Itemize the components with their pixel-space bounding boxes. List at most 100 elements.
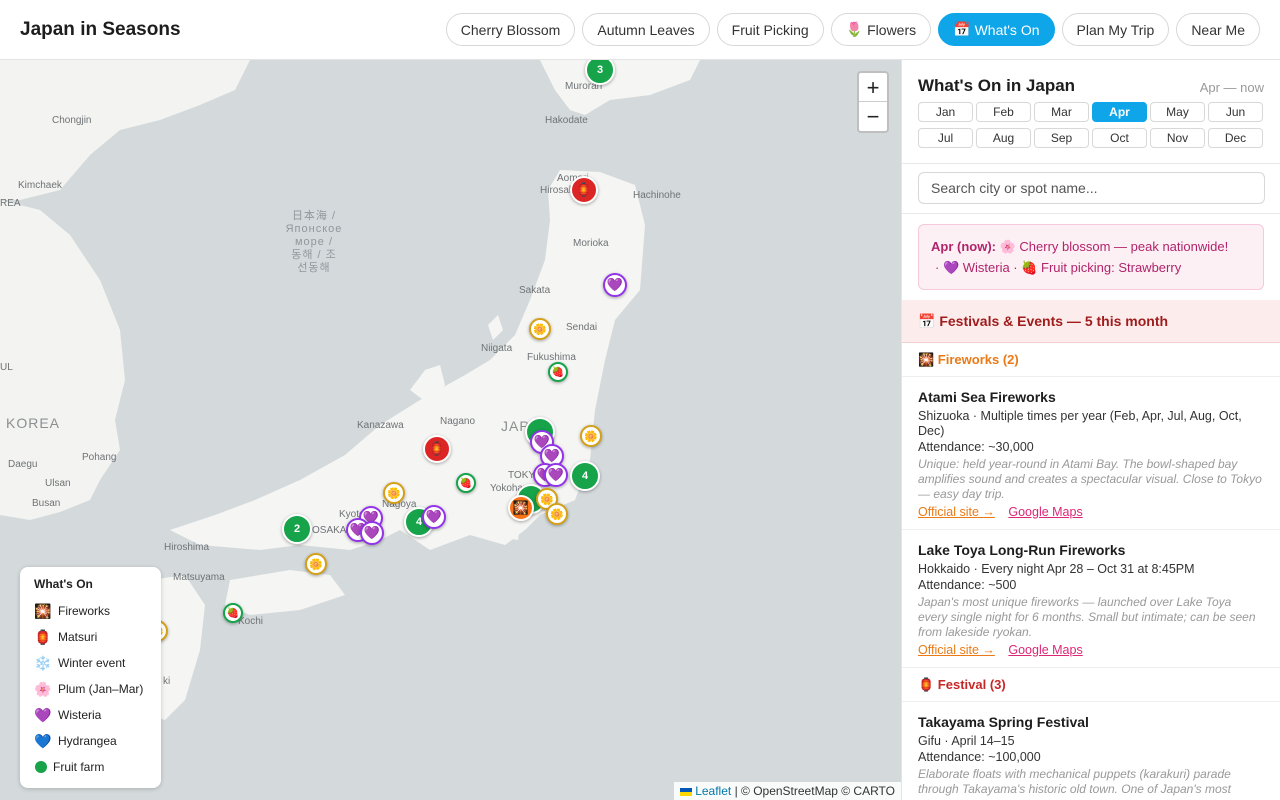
festivals-header: 📅 Festivals & Events — 5 this month xyxy=(902,300,1280,343)
app-header: Japan in Seasons Cherry Blossom Autumn L… xyxy=(0,0,1280,60)
place-label: Morioka xyxy=(573,238,609,249)
month-aug-button[interactable]: Aug xyxy=(976,128,1031,148)
fireworks-icon: 🎇 xyxy=(34,602,52,619)
official-site-link[interactable]: Official site → xyxy=(918,505,995,519)
google-maps-link[interactable]: Google Maps xyxy=(1008,505,1082,519)
leaflet-link[interactable]: Leaflet xyxy=(695,784,731,798)
event-item[interactable]: Takayama Spring Festival Gifu · April 14… xyxy=(902,702,1280,800)
event-description: Japan's most unique fireworks — launched… xyxy=(918,595,1256,639)
panel-header: What's On in Japan Apr — now Jan Feb Mar… xyxy=(902,60,1280,164)
place-label: Matsuyama xyxy=(173,572,225,583)
fruit-farm-marker[interactable]: 🍓 xyxy=(456,473,476,493)
month-selector: Jan Feb Mar Apr May Jun Jul Aug Sep Oct … xyxy=(918,102,1264,148)
legend-item: 🎇 Fireworks xyxy=(34,602,111,619)
app-title: Japan in Seasons xyxy=(20,19,181,40)
place-label: Chongjin xyxy=(52,115,92,126)
nav-plan-my-trip-button[interactable]: Plan My Trip xyxy=(1061,13,1170,46)
month-nov-button[interactable]: Nov xyxy=(1150,128,1205,148)
month-sep-button[interactable]: Sep xyxy=(1034,128,1089,148)
place-label: Fukushima xyxy=(527,352,576,363)
month-mar-button[interactable]: Mar xyxy=(1034,102,1089,122)
place-label: Ulsan xyxy=(45,478,71,489)
green-dot-icon xyxy=(35,761,47,773)
month-apr-button[interactable]: Apr xyxy=(1092,102,1147,122)
now-highlight-box: Apr (now): 🌸 Cherry blossom — peak natio… xyxy=(918,224,1264,290)
map-view[interactable]: Muroran Hakodate Chongjin Kimchaek Aomor… xyxy=(0,60,901,800)
nav-bar: Cherry Blossom Autumn Leaves Fruit Picki… xyxy=(445,13,1260,46)
now-prefix: Apr (now): xyxy=(931,239,996,254)
event-item[interactable]: Lake Toya Long-Run Fireworks Hokkaido · … xyxy=(902,530,1280,668)
category-festival: 🏮 Festival (3) xyxy=(902,668,1280,702)
place-label: KOREA xyxy=(6,415,61,431)
flower-marker[interactable]: 🌼 xyxy=(529,318,551,340)
zoom-out-button[interactable]: − xyxy=(859,102,887,131)
month-jan-button[interactable]: Jan xyxy=(918,102,973,122)
ukraine-flag-icon xyxy=(680,787,693,796)
nav-near-me-button[interactable]: Near Me xyxy=(1176,13,1260,46)
wisteria-marker[interactable]: 💜 xyxy=(603,273,627,297)
wisteria-marker[interactable]: 💜 xyxy=(422,505,446,529)
flower-marker[interactable]: 🌼 xyxy=(580,425,602,447)
purple-heart-icon: 💜 xyxy=(34,706,52,723)
flower-marker[interactable]: 🌼 xyxy=(305,553,327,575)
nav-cherry-blossom-button[interactable]: Cherry Blossom xyxy=(445,13,576,46)
place-label: ki xyxy=(163,676,171,687)
place-label: UL xyxy=(0,362,13,373)
flower-marker[interactable]: 🌼 xyxy=(546,503,568,525)
map-legend: What's On 🎇 Fireworks 🏮 Matsuri ❄️ Winter e… xyxy=(20,567,161,788)
place-label: Pohang xyxy=(82,452,117,463)
event-meta: Hokkaido · Every night Apr 28 – Oct 31 a… xyxy=(918,562,1195,576)
sea-of-japan-label: 日本海 / Японское море / 동해 / 조 선동해 xyxy=(285,210,343,274)
event-meta: Gifu · April 14–15 xyxy=(918,734,1015,748)
google-maps-link[interactable]: Google Maps xyxy=(1008,643,1082,657)
month-jun-button[interactable]: Jun xyxy=(1208,102,1263,122)
zoom-in-button[interactable]: + xyxy=(859,73,887,102)
month-may-button[interactable]: May xyxy=(1150,102,1205,122)
place-label: OSAKA xyxy=(312,525,347,536)
search-bar xyxy=(902,164,1280,214)
place-label: REA xyxy=(0,198,21,209)
fireworks-marker[interactable]: 🎇 xyxy=(508,495,534,521)
nav-fruit-picking-button[interactable]: Fruit Picking xyxy=(716,13,824,46)
legend-item: 🌸 Plum (Jan–Mar) xyxy=(34,680,144,697)
legend-title: What's On xyxy=(34,577,93,591)
fruit-farm-marker[interactable]: 🍓 xyxy=(548,362,568,382)
legend-item: 💜 Wisteria xyxy=(34,706,102,723)
place-label: Sakata xyxy=(519,285,551,296)
legend-item: ❄️ Winter event xyxy=(34,654,126,671)
cluster-marker[interactable]: 4 xyxy=(570,461,600,491)
matsuri-marker[interactable]: 🏮 xyxy=(423,435,451,463)
matsuri-marker[interactable]: 🏮 xyxy=(570,176,598,204)
event-attendance: Attendance: ~500 xyxy=(918,578,1017,592)
month-dec-button[interactable]: Dec xyxy=(1208,128,1263,148)
lantern-icon: 🏮 xyxy=(34,628,52,645)
event-item[interactable]: Atami Sea Fireworks Shizuoka · Multiple … xyxy=(902,377,1280,530)
event-name: Takayama Spring Festival xyxy=(918,714,1089,730)
month-feb-button[interactable]: Feb xyxy=(976,102,1031,122)
nav-autumn-leaves-button[interactable]: Autumn Leaves xyxy=(582,13,710,46)
event-meta: Shizuoka · Multiple times per year (Feb,… xyxy=(918,409,1242,438)
snowflake-icon: ❄️ xyxy=(34,654,52,671)
cluster-marker[interactable]: 2 xyxy=(282,514,312,544)
search-input[interactable] xyxy=(918,172,1265,204)
nav-whats-on-button[interactable]: 📅 What's On xyxy=(938,13,1055,46)
nav-flowers-button[interactable]: 🌷 Flowers xyxy=(830,13,932,46)
legend-item: 💙 Hydrangea xyxy=(34,732,117,749)
blossom-icon: 🌸 xyxy=(34,680,52,697)
legend-item: Fruit farm xyxy=(34,754,147,780)
flower-marker[interactable]: 🌼 xyxy=(383,482,405,504)
place-label: Nagano xyxy=(440,416,476,427)
place-label: Hachinohe xyxy=(633,190,681,201)
fruit-farm-marker[interactable]: 🍓 xyxy=(223,603,243,623)
place-label: Hiroshima xyxy=(164,542,210,553)
official-site-link[interactable]: Official site → xyxy=(918,643,995,657)
place-label: Kanazawa xyxy=(357,420,404,431)
event-description: Unique: held year-round in Atami Bay. Th… xyxy=(918,457,1262,501)
wisteria-marker[interactable]: 💜 xyxy=(544,463,568,487)
event-name: Lake Toya Long-Run Fireworks xyxy=(918,542,1126,558)
zoom-control: + − xyxy=(857,71,889,133)
wisteria-marker[interactable]: 💜 xyxy=(360,521,384,545)
place-label: Daegu xyxy=(8,459,38,470)
month-jul-button[interactable]: Jul xyxy=(918,128,973,148)
month-oct-button[interactable]: Oct xyxy=(1092,128,1147,148)
